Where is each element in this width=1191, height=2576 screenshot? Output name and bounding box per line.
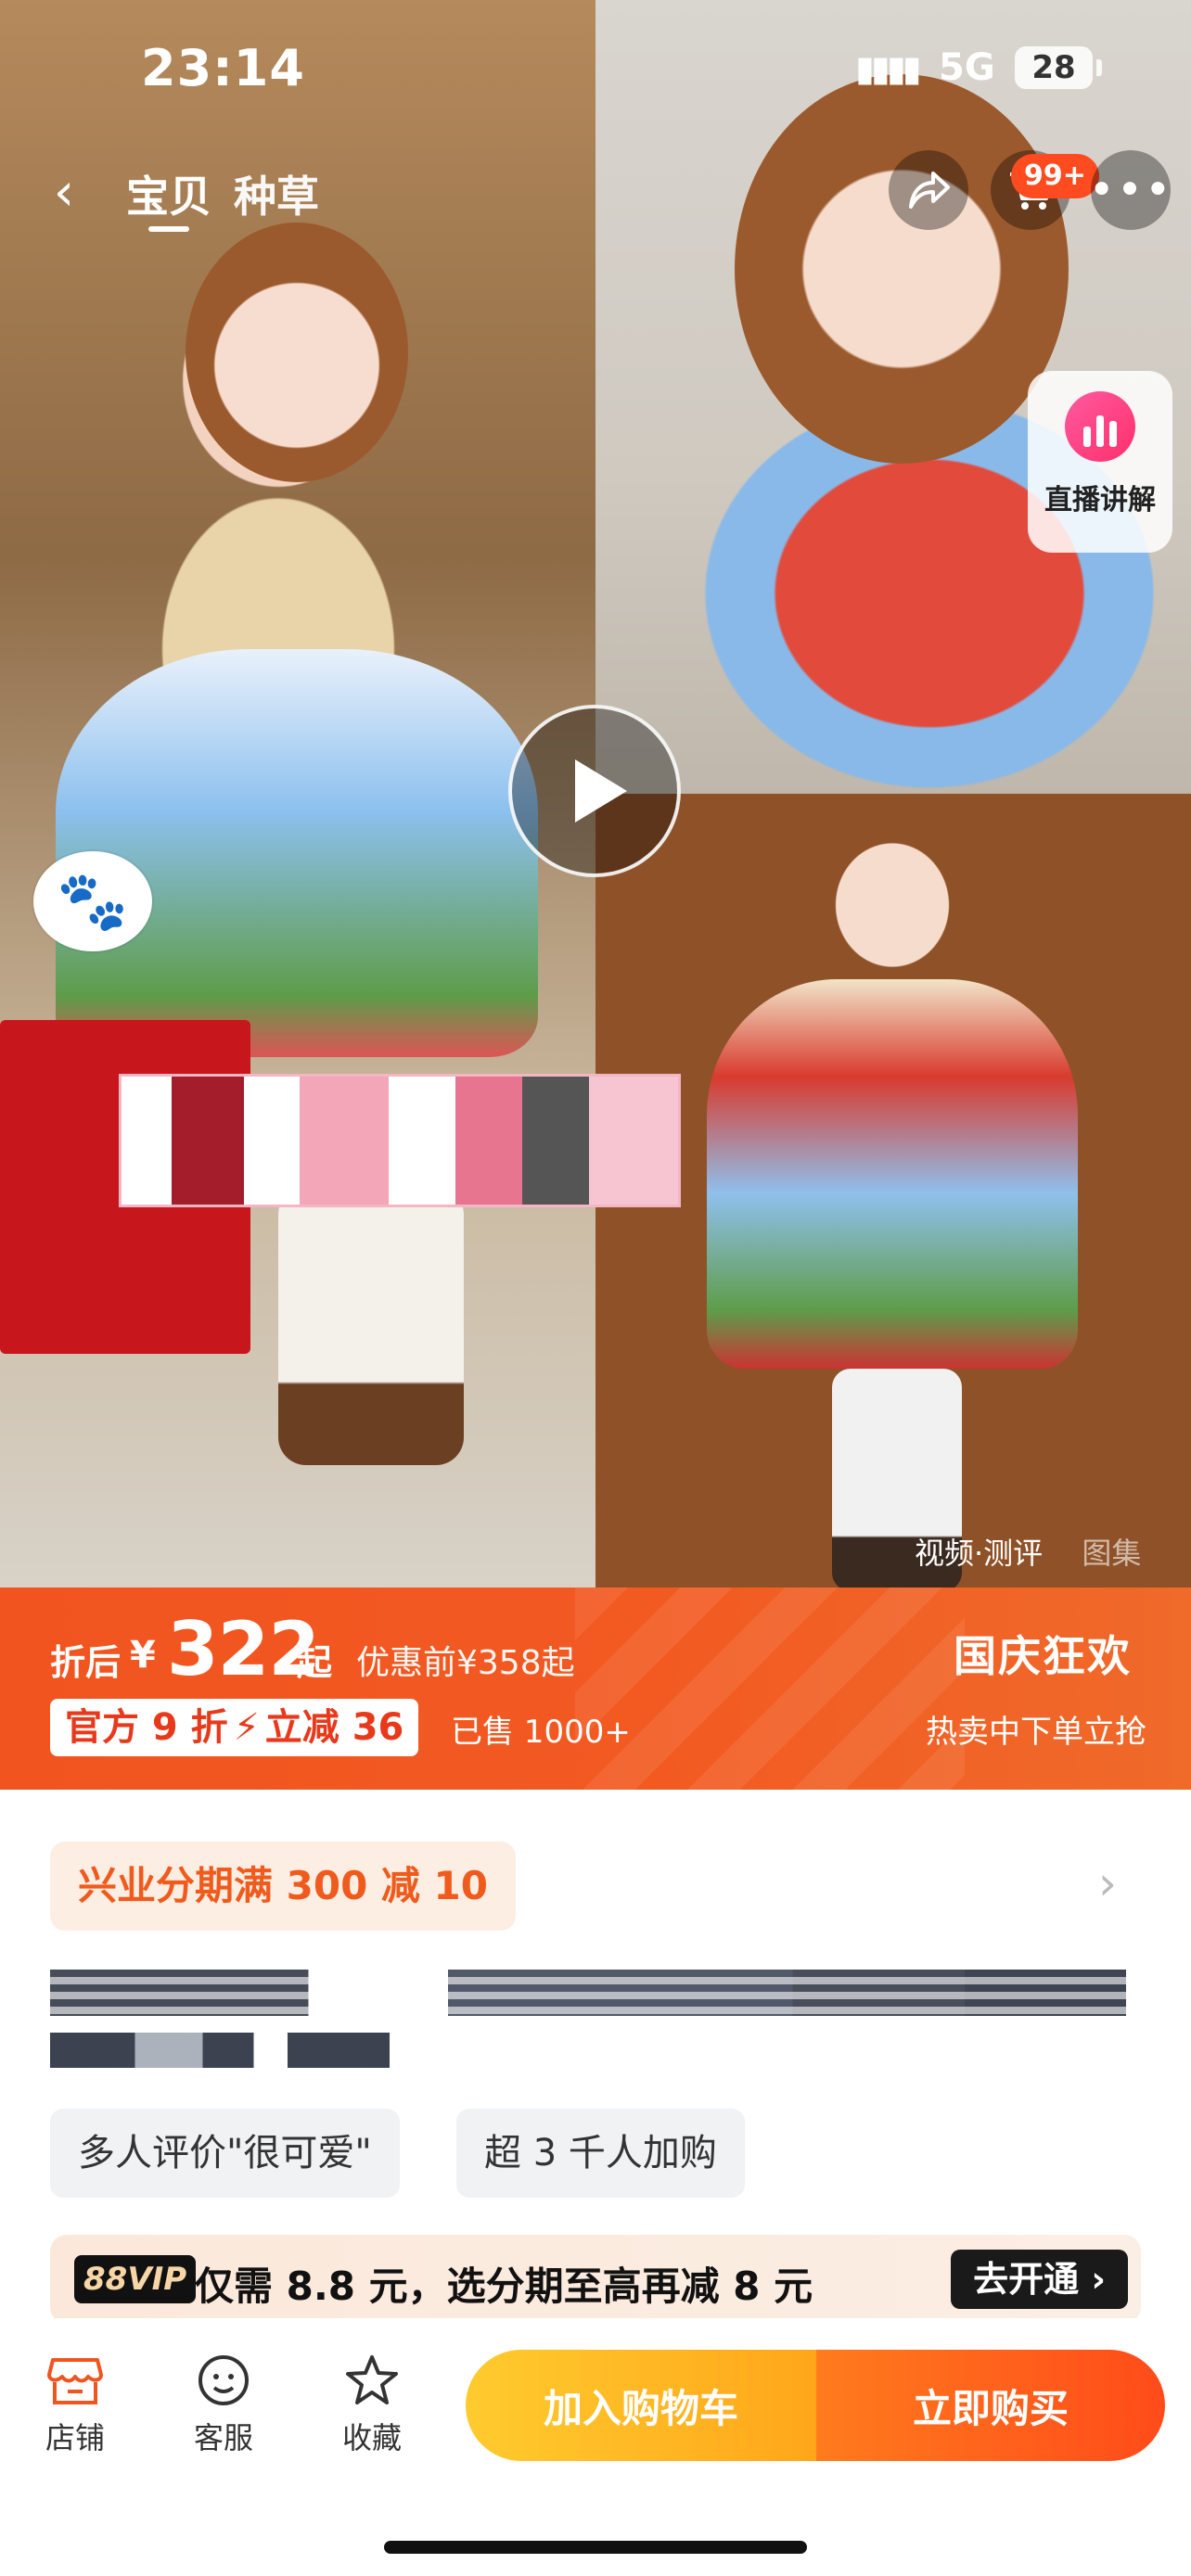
star-icon	[346, 2355, 398, 2404]
product-photo-left	[0, 0, 596, 1588]
buy-now-button[interactable]: 立即购买	[816, 2350, 1165, 2461]
network-label: 5G	[939, 46, 995, 89]
favorite-button[interactable]: 收藏	[321, 2352, 423, 2457]
play-icon	[575, 759, 627, 823]
favorite-label: 收藏	[341, 2420, 402, 2455]
original-price: 优惠前¥358起	[356, 1644, 575, 1682]
share-button[interactable]	[889, 150, 968, 230]
product-title-redacted	[50, 1970, 1126, 2016]
share-icon	[909, 172, 950, 209]
bottom-action-bar: 店铺 客服 收藏 加入购物车 立即购买	[0, 2318, 1191, 2576]
battery-level: 28	[1031, 49, 1076, 86]
live-explain-button[interactable]: 直播讲解	[1028, 371, 1172, 553]
model-head	[186, 223, 408, 482]
media-tab-gallery[interactable]: 图集	[1082, 1536, 1141, 1571]
vip-badge: 88VIP	[74, 2255, 197, 2303]
coupon-official: 官方 9 折	[65, 1706, 228, 1749]
cart-count-badge: 99+	[1011, 154, 1099, 198]
store-label: 店铺	[45, 2420, 105, 2455]
vip-promo-text: 仅需 8.8 元，选分期至高再减 8 元	[195, 2264, 813, 2309]
tab-item[interactable]: 宝贝	[126, 163, 211, 224]
status-time: 23:14	[141, 39, 305, 97]
model-head-closeup	[735, 74, 1069, 464]
back-icon[interactable]: ‹	[41, 159, 87, 226]
media-tab-video[interactable]: 视频·测评	[915, 1536, 1043, 1571]
cart-count-tag[interactable]: 超 3 千人加购	[456, 2109, 745, 2198]
battery-tip	[1096, 59, 1102, 76]
store-icon	[47, 2358, 103, 2404]
discount-coupon[interactable]: 官方 9 折 ⚡ 立减 36	[50, 1699, 419, 1756]
model-legs	[278, 1187, 464, 1465]
currency-symbol: ¥	[130, 1634, 156, 1677]
model-dress-full	[707, 979, 1078, 1369]
more-icon[interactable]: •••	[1089, 150, 1171, 230]
coupon-discount: 立减 36	[264, 1706, 404, 1749]
product-media-gallery[interactable]: 🐾 23:14 ▮▮▮▮ 5G 28 ‹ 宝贝 种草 99+ ••• 直播讲解 …	[0, 0, 1191, 1588]
bolt-icon: ⚡	[233, 1706, 260, 1749]
customer-service-button[interactable]: 客服	[173, 2352, 275, 2457]
event-title: 国庆狂欢	[954, 1631, 1132, 1681]
chevron-right-icon[interactable]: ›	[1098, 1856, 1117, 1910]
signal-icon: ▮▮▮▮	[855, 48, 922, 89]
review-tag[interactable]: 多人评价"很可爱"	[50, 2109, 400, 2198]
status-bar: 23:14 ▮▮▮▮ 5G 28	[0, 0, 1191, 130]
banner-decoration	[575, 1588, 965, 1790]
sold-count: 已售 1000+	[451, 1714, 631, 1751]
live-label: 直播讲解	[1044, 484, 1156, 516]
customer-service-icon	[198, 2355, 249, 2405]
vip-activate-button[interactable]: 去开通 ›	[951, 2250, 1128, 2309]
model-dress	[56, 649, 538, 1057]
price-after-label: 折后	[50, 1642, 122, 1683]
price-banner: 折后 ¥ 322 起 优惠前¥358起 官方 9 折 ⚡ 立减 36 已售 10…	[0, 1588, 1191, 1790]
add-to-cart-button[interactable]: 加入购物车	[466, 2350, 816, 2461]
event-subtitle: 热卖中下单立抢	[926, 1714, 1146, 1751]
product-photo-right-bottom	[596, 794, 1191, 1588]
active-tab-indicator	[148, 226, 189, 232]
tab-reviews[interactable]: 种草	[234, 163, 319, 224]
store-button[interactable]: 店铺	[24, 2352, 126, 2457]
pixelated-mosaic	[119, 1074, 681, 1207]
customer-service-label: 客服	[193, 2420, 253, 2455]
product-title-redacted-line2	[50, 2033, 390, 2068]
paw-sticker-icon: 🐾	[33, 851, 152, 951]
vip-promo-bar[interactable]: 88VIP 仅需 8.8 元，选分期至高再减 8 元 去开通 ›	[50, 2235, 1141, 2324]
battery-icon: 28	[1015, 46, 1093, 89]
product-info-section: 兴业分期满 300 减 10 › 多人评价"很可爱" 超 3 千人加购 88VI…	[0, 1790, 1191, 2346]
play-video-button[interactable]	[508, 705, 681, 877]
price-from-suffix: 起	[297, 1642, 333, 1683]
media-tabs: 视频·测评 图集	[915, 1530, 1161, 1573]
home-indicator[interactable]	[384, 2541, 807, 2554]
installment-offer[interactable]: 兴业分期满 300 减 10	[50, 1842, 516, 1931]
live-icon	[1065, 391, 1135, 462]
